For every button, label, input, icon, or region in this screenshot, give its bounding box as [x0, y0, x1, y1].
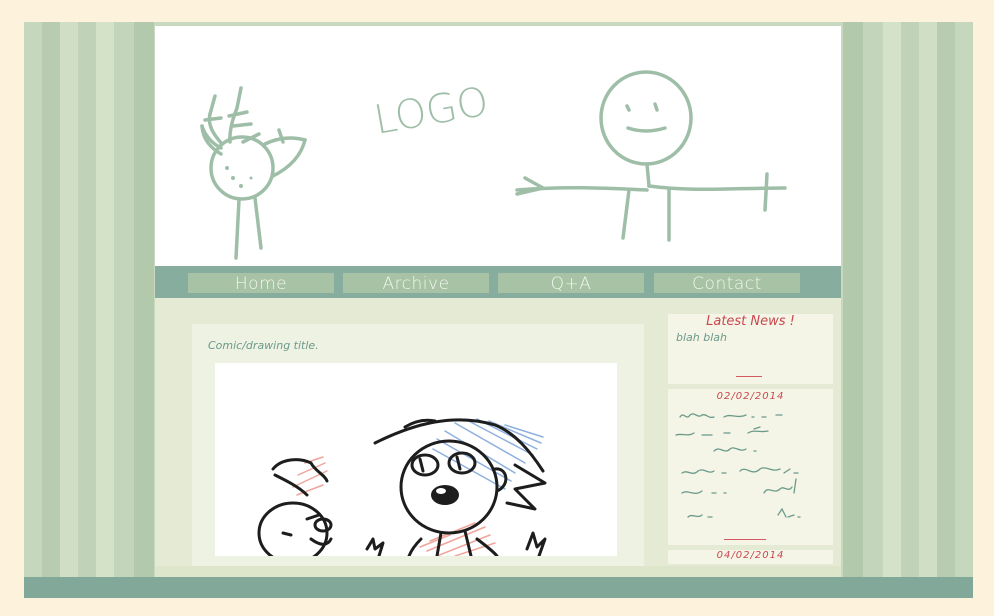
latest-news-box: Latest News ! blah blah [668, 314, 833, 384]
news-entry: 02/02/2014 [668, 389, 833, 545]
comic-drawing [257, 418, 547, 556]
nav-qa[interactable]: Q+A [498, 273, 644, 294]
news-date: 04/02/2014 [716, 550, 785, 561]
news-entry: 04/02/2014 [668, 550, 833, 564]
footer-bar [24, 577, 973, 598]
header-sketch: LOGO [200, 70, 787, 260]
site-header: LOGO [155, 26, 841, 266]
news-scribble [675, 413, 801, 518]
post-title: Comic/drawing title. [208, 339, 319, 352]
nav-archive[interactable]: Archive [343, 273, 489, 294]
stick-figure-doodle [515, 70, 787, 242]
news-heading: Latest News ! [706, 314, 795, 329]
divider [724, 539, 766, 540]
creature-doodle [200, 86, 307, 260]
news-preview: blah blah [676, 331, 727, 344]
logo-text: LOGO [371, 79, 492, 144]
comic-image[interactable] [215, 363, 617, 556]
divider [736, 376, 762, 377]
main-nav: Home Archive Q+A Contact [155, 266, 841, 298]
content-bottom-strip [155, 566, 841, 577]
nav-home[interactable]: Home [188, 273, 334, 294]
nav-contact[interactable]: Contact [654, 273, 800, 294]
